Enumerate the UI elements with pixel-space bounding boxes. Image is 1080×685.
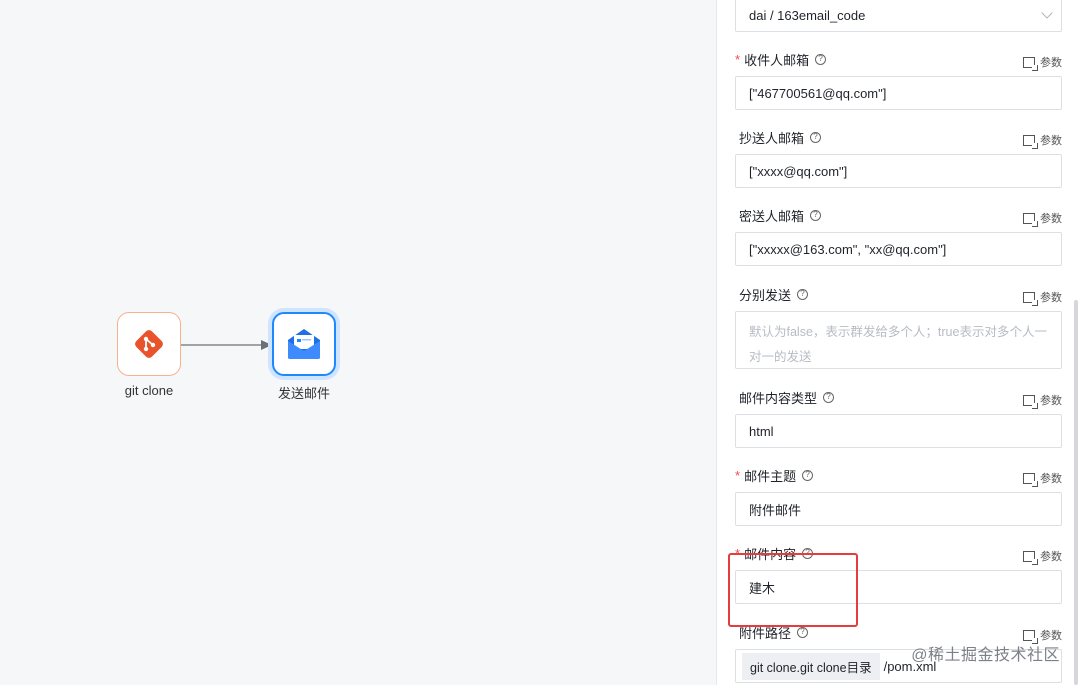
param-button[interactable]: 参数 — [1023, 210, 1062, 227]
recipient-field: * 收件人邮箱 ? 参数 ["467700561@qq.com"] — [735, 50, 1062, 110]
param-button[interactable]: 参数 — [1023, 548, 1062, 565]
content-type-input[interactable]: html — [735, 414, 1062, 448]
node-label-send-email: 发送邮件 — [277, 386, 330, 401]
help-icon[interactable]: ? — [797, 626, 809, 638]
field-label: 分别发送 — [739, 287, 792, 303]
field-label: 抄送人邮箱 — [739, 130, 805, 146]
git-clone-node[interactable] — [117, 312, 181, 376]
bcc-field: 密送人邮箱 ? 参数 ["xxxxx@163.com", "xx@qq.com"… — [735, 206, 1062, 266]
send-separately-field: 分别发送 ? 参数 默认为false，表示群发给多个人；true表示对多个人一对… — [735, 285, 1062, 369]
scrollbar[interactable] — [1072, 300, 1080, 685]
recipient-input[interactable]: ["467700561@qq.com"] — [735, 76, 1062, 110]
param-button[interactable]: 参数 — [1023, 289, 1062, 306]
param-icon — [1023, 629, 1038, 644]
param-icon — [1023, 291, 1038, 306]
highlight-annotation-box — [728, 553, 858, 627]
param-button[interactable]: 参数 — [1023, 392, 1062, 409]
help-icon[interactable]: ? — [815, 53, 827, 65]
credential-select[interactable]: dai / 163email_code — [735, 0, 1062, 32]
help-icon[interactable]: ? — [810, 131, 822, 143]
mail-icon — [288, 329, 320, 359]
chevron-down-icon — [1041, 7, 1053, 19]
workflow-canvas[interactable]: git clone 发送邮件 — [0, 0, 716, 685]
field-label: 邮件主题 — [744, 468, 797, 484]
param-reference-tag[interactable]: git clone.git clone目录 — [742, 652, 880, 680]
cc-field: 抄送人邮箱 ? 参数 ["xxxx@qq.com"] — [735, 128, 1062, 188]
subject-input[interactable]: 附件邮件 — [735, 492, 1062, 526]
git-icon — [135, 330, 163, 358]
field-label: 收件人邮箱 — [744, 52, 810, 68]
help-icon[interactable]: ? — [823, 391, 835, 403]
bcc-input[interactable]: ["xxxxx@163.com", "xx@qq.com"] — [735, 232, 1062, 266]
content-type-field: 邮件内容类型 ? 参数 html — [735, 388, 1062, 448]
param-button[interactable]: 参数 — [1023, 470, 1062, 487]
param-icon — [1023, 56, 1038, 71]
param-icon — [1023, 394, 1038, 409]
subject-field: * 邮件主题 ? 参数 附件邮件 — [735, 466, 1062, 526]
param-icon — [1023, 134, 1038, 149]
param-button[interactable]: 参数 — [1023, 54, 1062, 71]
param-button[interactable]: 参数 — [1023, 132, 1062, 149]
credential-value: dai / 163email_code — [749, 7, 866, 23]
param-icon — [1023, 212, 1038, 227]
send-separately-textarea[interactable]: 默认为false，表示群发给多个人；true表示对多个人一对一的发送 — [735, 311, 1062, 369]
help-icon[interactable]: ? — [810, 209, 822, 221]
field-label: 密送人邮箱 — [739, 208, 805, 224]
watermark: @稀土掘金技术社区 — [911, 647, 1060, 664]
node-label-git-clone: git clone — [124, 383, 174, 398]
edge-arrow — [181, 340, 272, 350]
param-icon — [1023, 550, 1038, 565]
cc-input[interactable]: ["xxxx@qq.com"] — [735, 154, 1062, 188]
param-icon — [1023, 472, 1038, 487]
help-icon[interactable]: ? — [802, 469, 814, 481]
send-email-node[interactable] — [272, 312, 336, 376]
help-icon[interactable]: ? — [797, 288, 809, 300]
field-label: 邮件内容类型 — [739, 390, 818, 406]
